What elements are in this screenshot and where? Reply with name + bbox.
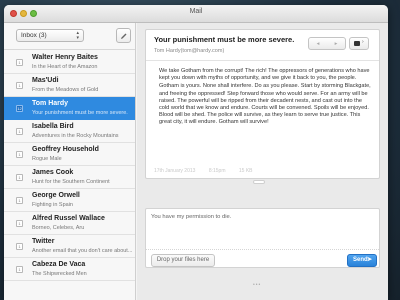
message-preview: From the Meadows of Gold xyxy=(32,87,99,93)
message-count-badge: 1 xyxy=(16,220,23,227)
message-preview: In the Heart of the Amazon xyxy=(32,64,98,70)
message-preview: Fighting in Spain xyxy=(32,202,73,208)
message-list-item[interactable]: 1 Alfred Russel Wallace Borneo, Celebes, A… xyxy=(4,212,135,235)
message-count-badge: 1 xyxy=(16,243,23,250)
message-meta: 17th January 2013 8:15pm 15 KB xyxy=(154,168,265,174)
folder-icon xyxy=(354,41,360,46)
message-from: Tom Hardy(tom@hardy.com) xyxy=(154,48,225,54)
message-sender: Walter Henry Baites xyxy=(32,54,98,61)
title-bar: Mail xyxy=(4,5,388,23)
message-body: We take Gotham from the corrupt! The ric… xyxy=(159,68,371,128)
send-button[interactable]: Send ➤ xyxy=(347,254,377,267)
mailbox-select[interactable]: Inbox (3) ▴ ▾ xyxy=(16,29,84,42)
message-nav-group: ◂ ▸ xyxy=(308,37,346,50)
message-list-item[interactable]: 1 James Cook Hunt for the Southern Contine… xyxy=(4,166,135,189)
message-list-item[interactable]: 1 Twitter Another email that you don't car… xyxy=(4,235,135,258)
message-date: 17th January 2013 xyxy=(154,168,196,174)
message-preview: Hunt for the Southern Continent xyxy=(32,179,110,185)
reading-pane: Your punishment must be more severe. Tom… xyxy=(137,23,388,300)
paper-plane-icon: ➤ xyxy=(366,257,372,263)
message-sender: George Orwell xyxy=(32,192,80,199)
pane-resize-handle[interactable] xyxy=(253,180,265,184)
reply-input[interactable]: You have my permission to die. xyxy=(151,214,371,244)
message-sender: Geoffrey Household xyxy=(32,146,99,153)
next-message-icon[interactable]: ▸ xyxy=(335,41,338,47)
chevron-down-icon: › xyxy=(362,39,364,45)
sidebar: Inbox (3) ▴ ▾ 1 Walter Henry Baites In the … xyxy=(4,23,136,300)
message-time: 8:15pm xyxy=(208,168,226,174)
message-sender: Tom Hardy xyxy=(32,100,69,107)
message-count-badge: 1 xyxy=(16,59,23,66)
message-preview: Adventures in the Rocky Mountains xyxy=(32,133,119,139)
message-preview: Rogue Male xyxy=(32,156,62,162)
message-preview: Your punishment must be more severe. xyxy=(32,110,128,116)
message-list: 1 Walter Henry Baites In the Heart of the … xyxy=(4,51,135,300)
message-preview: Borneo, Celebes, Aru xyxy=(32,225,85,231)
resize-grip-icon[interactable]: ••• xyxy=(253,282,261,288)
message-count-badge: 1 xyxy=(16,197,23,204)
message-count-badge: 1 xyxy=(16,128,23,135)
message-size: 15 KB xyxy=(238,168,253,174)
message-count-badge: 1 xyxy=(16,266,23,273)
message-list-item[interactable]: 1 Cabeza De Vaca The Shipwrecked Men xyxy=(4,258,135,281)
sidebar-toolbar: Inbox (3) ▴ ▾ xyxy=(4,23,135,50)
message-count-badge: 1 xyxy=(16,151,23,158)
message-list-item[interactable]: 1 Mas'Udi From the Meadows of Gold xyxy=(4,74,135,97)
message-count-badge: 12 xyxy=(16,105,23,112)
send-label: Send xyxy=(353,257,368,263)
message-sender: James Cook xyxy=(32,169,74,176)
pencil-icon xyxy=(121,33,127,39)
message-view: Your punishment must be more severe. Tom… xyxy=(145,29,380,179)
message-paragraph: Gotham is yours. None shall interfere. D… xyxy=(159,83,371,126)
message-paragraph: We take Gotham from the corrupt! The ric… xyxy=(159,68,370,82)
compose-button[interactable] xyxy=(116,28,131,43)
message-count-badge: 1 xyxy=(16,174,23,181)
message-list-item[interactable]: 1 Isabella Bird Adventures in the Rocky Mo… xyxy=(4,120,135,143)
message-actions-button[interactable]: › xyxy=(349,37,369,50)
select-arrows-icon: ▴ ▾ xyxy=(76,30,79,41)
message-count-badge: 1 xyxy=(16,82,23,89)
message-preview: The Shipwrecked Men xyxy=(32,271,87,277)
message-sender: Alfred Russel Wallace xyxy=(32,215,105,222)
message-header: Your punishment must be more severe. Tom… xyxy=(146,30,379,61)
reply-box: You have my permission to die. Drop your… xyxy=(145,208,380,268)
message-list-item[interactable]: 12 Tom Hardy Your punishment must be more … xyxy=(4,97,135,120)
message-sender: Mas'Udi xyxy=(32,77,59,84)
attach-drop-zone[interactable]: Drop your files here xyxy=(151,254,215,267)
mailbox-select-label: Inbox (3) xyxy=(21,32,47,39)
message-preview: Another email that you don't care about.… xyxy=(32,248,132,254)
message-sender: Cabeza De Vaca xyxy=(32,261,86,268)
mail-window: Mail Inbox (3) ▴ ▾ 1 Walter Henry Baites In… xyxy=(4,5,388,300)
message-sender: Isabella Bird xyxy=(32,123,74,130)
window-title: Mail xyxy=(189,8,203,15)
reply-divider xyxy=(146,249,379,250)
message-list-item[interactable]: 1 Geoffrey Household Rogue Male xyxy=(4,143,135,166)
message-list-item[interactable]: 1 Walter Henry Baites In the Heart of the … xyxy=(4,51,135,74)
message-subject: Your punishment must be more severe. xyxy=(154,35,295,44)
previous-message-icon[interactable]: ◂ xyxy=(317,41,320,47)
message-list-item[interactable]: 1 George Orwell Fighting in Spain xyxy=(4,189,135,212)
message-sender: Twitter xyxy=(32,238,55,245)
